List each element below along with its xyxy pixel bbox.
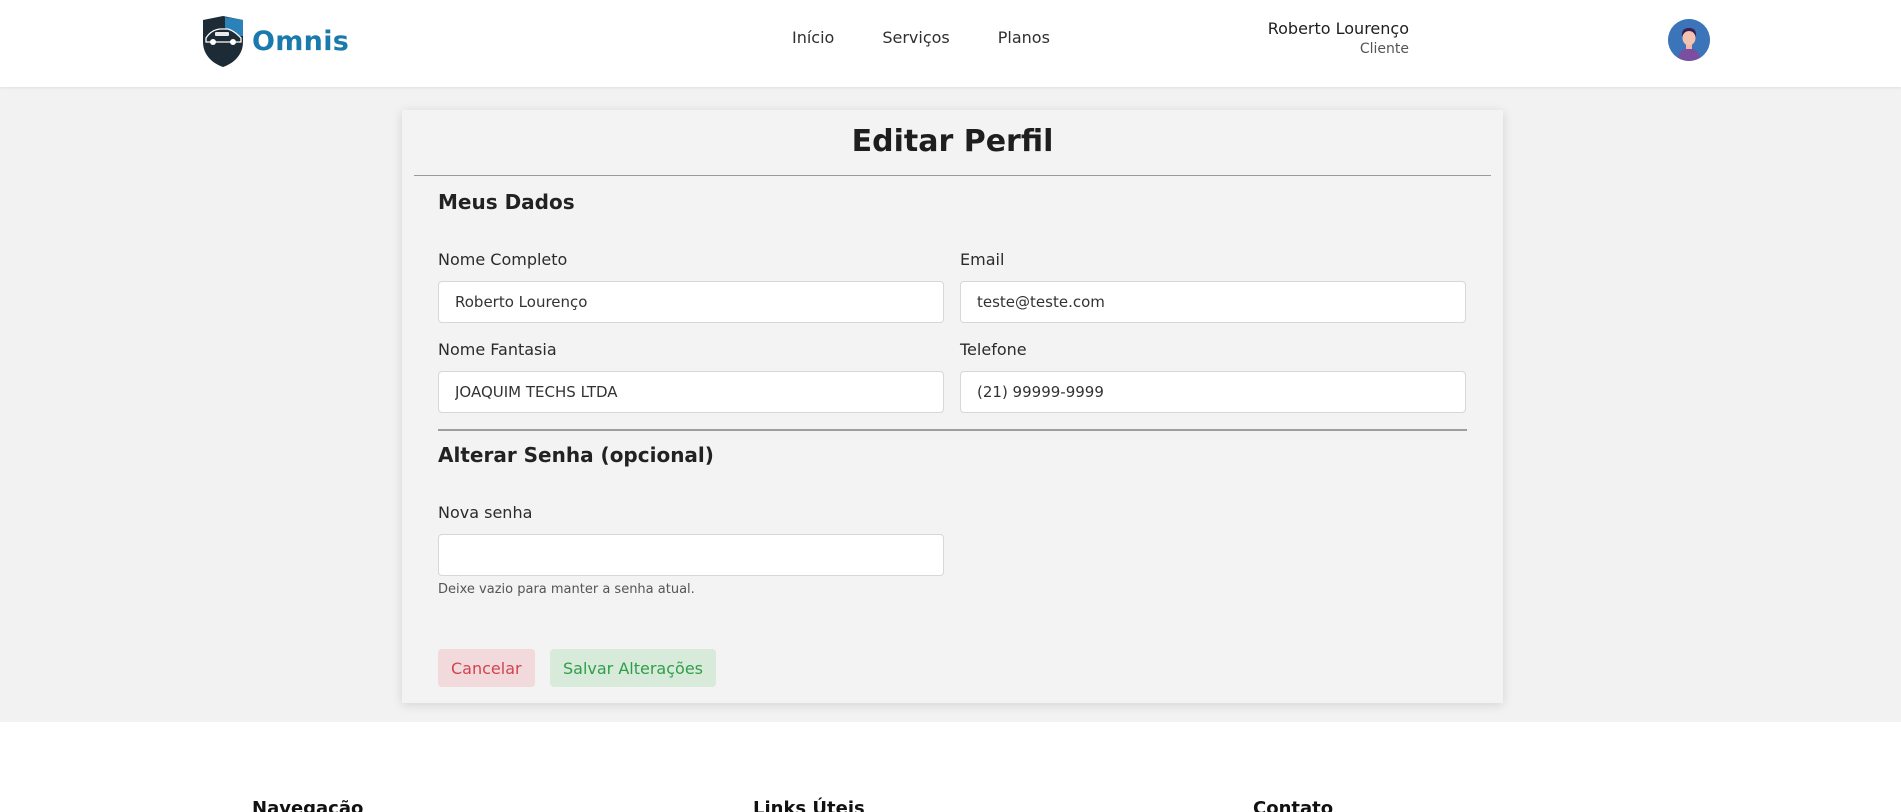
footer-heading-useful-links: Links Úteis <box>753 798 865 812</box>
nav-item-inicio[interactable]: Início <box>792 28 834 47</box>
footer-heading-contact: Contato <box>1253 798 1334 812</box>
footer-heading-navigation: Navegação <box>252 798 364 812</box>
section-title-change-password: Alterar Senha (opcional) <box>438 443 714 467</box>
save-changes-button[interactable]: Salvar Alterações <box>550 649 716 687</box>
title-divider <box>414 175 1491 176</box>
section-title-my-data: Meus Dados <box>438 190 575 214</box>
user-role: Cliente <box>1359 41 1409 57</box>
password-hint: Deixe vazio para manter a senha atual. <box>438 582 695 597</box>
phone-label: Telefone <box>960 340 1027 359</box>
user-avatar-icon <box>1668 19 1710 61</box>
new-password-label: Nova senha <box>438 503 533 522</box>
top-navbar: Omnis Início Serviços Planos Roberto Lou… <box>0 0 1901 87</box>
page-title: Editar Perfil <box>851 124 1054 159</box>
user-name: Roberto Lourenço <box>1267 19 1409 38</box>
brand-name: Omnis <box>252 25 350 57</box>
main-nav: Início Serviços Planos <box>792 28 1050 47</box>
shield-car-icon <box>203 16 243 67</box>
page-footer: Navegação Links Úteis Contato <box>0 722 1901 812</box>
trade-name-label: Nome Fantasia <box>438 340 557 359</box>
user-info[interactable]: Roberto Lourenço Cliente <box>1268 19 1409 59</box>
cancel-button[interactable]: Cancelar <box>438 649 535 687</box>
nav-item-servicos[interactable]: Serviços <box>882 28 949 47</box>
full-name-label: Nome Completo <box>438 250 568 269</box>
nav-item-planos[interactable]: Planos <box>998 28 1050 47</box>
email-input[interactable] <box>960 281 1466 323</box>
edit-profile-card: Editar Perfil Meus Dados Nome Completo E… <box>402 110 1503 703</box>
section-divider <box>438 429 1467 431</box>
phone-input[interactable] <box>960 371 1466 413</box>
full-name-input[interactable] <box>438 281 944 323</box>
avatar[interactable] <box>1668 19 1710 61</box>
brand-logo[interactable]: Omnis <box>198 14 349 68</box>
new-password-input[interactable] <box>438 534 944 576</box>
trade-name-input[interactable] <box>438 371 944 413</box>
email-label: Email <box>960 250 1005 269</box>
